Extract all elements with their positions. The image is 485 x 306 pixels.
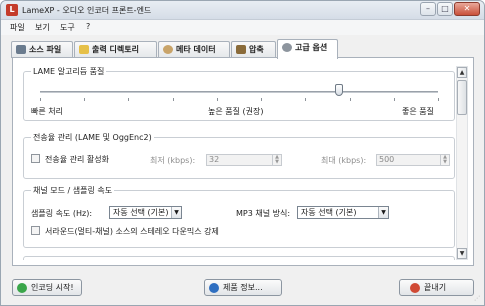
metadata-disc-icon (163, 45, 173, 54)
sample-rate-value: 자동 선택 (기본) (113, 208, 169, 217)
slider-tick (394, 98, 395, 101)
menu-file[interactable]: 파일 (10, 22, 25, 33)
chevron-down-icon[interactable]: ▼ (171, 207, 181, 218)
window-controls: – □ ✕ (420, 2, 480, 16)
downmix-checkbox[interactable] (31, 226, 40, 235)
mp3-channel-value: 자동 선택 (기본) (301, 208, 357, 217)
tab-compression[interactable]: 압축 (231, 41, 276, 58)
menu-bar: 파일 보기 도구 ? (1, 20, 484, 35)
slider-tick (40, 98, 41, 101)
min-bitrate-value: 32 (209, 155, 220, 164)
slider-tick (217, 98, 218, 101)
bitrate-management-label: 전송율 관리 활성화 (45, 155, 109, 164)
mp3-channel-combobox[interactable]: 자동 선택 (기본) ▼ (297, 206, 389, 219)
maximize-button[interactable]: □ (437, 2, 453, 16)
tab-label: 소스 파일 (29, 45, 62, 54)
start-encoding-button[interactable]: 인코딩 시작! (12, 279, 82, 296)
tab-label: 압축 (249, 45, 264, 54)
scrollbar-thumb[interactable] (457, 80, 467, 115)
tab-label: 출력 디렉토리 (92, 45, 139, 54)
slider-tick (84, 98, 85, 101)
mp3-channel-label: MP3 채널 방식: (236, 209, 291, 218)
advanced-options-panel: LAME 알고리듬 품질 빠른 처리 높은 품질 (권장) 좋은 품질 전송율 … (12, 57, 474, 266)
folder-icon (79, 45, 89, 54)
button-label: 제품 정보... (223, 283, 263, 292)
quality-slider-track[interactable] (40, 91, 438, 93)
product-info-button[interactable]: 제품 정보... (204, 279, 282, 296)
title-bar[interactable]: L LameXP - 오디오 인코더 프론트-엔드 – □ ✕ (1, 1, 484, 20)
max-bitrate-spinbox[interactable]: 500 ▲ ▼ (376, 154, 450, 166)
max-bitrate-label: 최대 (kbps): (321, 156, 367, 165)
minimize-button[interactable]: – (420, 2, 436, 16)
spin-arrows-icon[interactable]: ▲ ▼ (272, 155, 281, 165)
slider-label-fast: 빠른 처리 (31, 107, 63, 116)
menu-tools[interactable]: 도구 (60, 22, 75, 33)
bitrate-management-group: 전송율 관리 (LAME 및 OggEnc2) 전송율 관리 활성화 최저 (k… (23, 132, 455, 179)
spin-arrows-icon[interactable]: ▲ ▼ (440, 155, 449, 165)
next-options-group (23, 256, 455, 260)
group-title: 전송율 관리 (LAME 및 OggEnc2) (31, 132, 154, 143)
group-title: LAME 알고리듬 품질 (31, 66, 107, 77)
tab-source-files[interactable]: 소스 파일 (11, 41, 73, 58)
slider-label-recommended: 높은 품질 (권장) (208, 107, 264, 116)
channel-mode-group: 채널 모드 / 샘플링 속도 샘플링 속도 (Hz): 자동 선택 (기본) ▼… (23, 185, 455, 248)
files-icon (16, 45, 26, 54)
menu-view[interactable]: 보기 (35, 22, 50, 33)
slider-tick (350, 98, 351, 101)
bitrate-management-checkbox[interactable] (31, 154, 40, 163)
tab-output-directory[interactable]: 출력 디렉토리 (74, 41, 157, 58)
sample-rate-combobox[interactable]: 자동 선택 (기본) ▼ (109, 206, 182, 219)
button-label: 인코딩 시작! (31, 283, 74, 292)
gear-icon (282, 43, 292, 52)
slider-tick (305, 98, 306, 101)
max-bitrate-value: 500 (379, 155, 395, 164)
sample-rate-label: 샘플링 속도 (Hz): (31, 209, 93, 218)
resize-grip-icon[interactable]: ⋰ (474, 295, 482, 303)
slider-label-best: 좋은 품질 (402, 107, 434, 116)
tab-label: 고급 옵션 (295, 43, 328, 52)
min-bitrate-spinbox[interactable]: 32 ▲ ▼ (206, 154, 282, 166)
play-icon (17, 283, 27, 293)
tab-label: 메타 데이터 (176, 45, 216, 54)
lamexp-app-icon: L (6, 4, 18, 16)
downmix-label: 서라운드(멀티-채널) 소스의 스테레오 다운믹스 강제 (45, 227, 219, 236)
group-title: 채널 모드 / 샘플링 속도 (31, 185, 115, 196)
menu-help[interactable]: ? (86, 22, 90, 31)
scroll-up-icon[interactable]: ▲ (457, 67, 467, 78)
options-scrollbar[interactable]: ▲ ▼ (456, 66, 468, 260)
compression-icon (236, 45, 246, 54)
slider-tick (438, 98, 439, 101)
info-icon (209, 283, 219, 293)
chevron-down-icon[interactable]: ▼ (378, 207, 388, 218)
scroll-down-icon[interactable]: ▼ (457, 248, 467, 259)
window-title: LameXP - 오디오 인코더 프론트-엔드 (22, 6, 152, 15)
options-scroll-area: LAME 알고리듬 품질 빠른 처리 높은 품질 (권장) 좋은 품질 전송율 … (23, 66, 455, 260)
quality-slider-thumb[interactable] (335, 84, 343, 96)
slider-tick (173, 98, 174, 101)
close-button[interactable]: ✕ (454, 2, 480, 16)
quit-button[interactable]: 끝내기 (399, 279, 474, 296)
lame-quality-group: LAME 알고리듬 품질 빠른 처리 높은 품질 (권장) 좋은 품질 (23, 66, 455, 121)
slider-tick (261, 98, 262, 101)
tab-metadata[interactable]: 메타 데이터 (158, 41, 230, 58)
exit-icon (410, 283, 420, 293)
app-window: L LameXP - 오디오 인코더 프론트-엔드 – □ ✕ 파일 보기 도구… (0, 0, 485, 306)
tab-advanced-options[interactable]: 고급 옵션 (277, 39, 338, 59)
min-bitrate-label: 최저 (kbps): (150, 156, 196, 165)
button-label: 끝내기 (424, 283, 447, 292)
slider-tick (128, 98, 129, 101)
